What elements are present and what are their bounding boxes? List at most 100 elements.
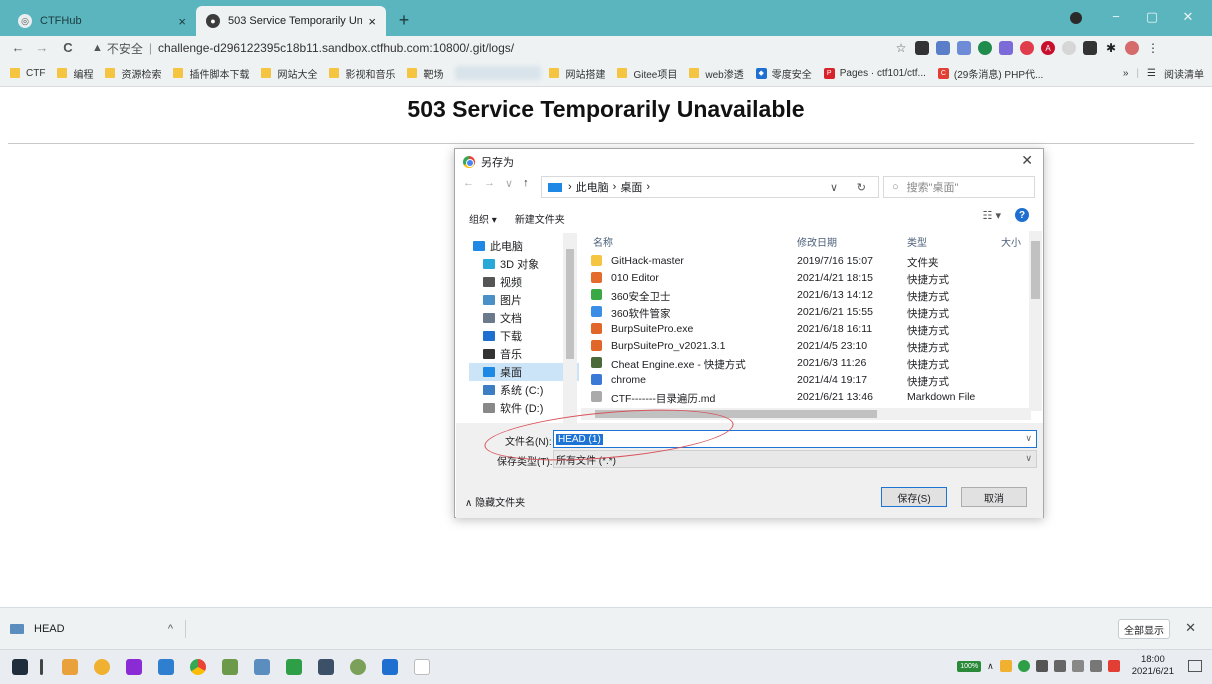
menu-icon[interactable]: ⋮ [1146, 41, 1160, 55]
tree-item[interactable]: 下载 [469, 327, 522, 345]
bookmark-folder[interactable]: 网站搭建 [549, 66, 605, 81]
battery-icon[interactable] [1035, 660, 1048, 672]
tree-item[interactable]: 音乐 [469, 345, 522, 363]
tab-close-icon[interactable]: × [178, 14, 186, 29]
tray-icon[interactable] [1107, 660, 1120, 672]
reload-button[interactable]: C [58, 38, 78, 58]
tray-icon[interactable] [999, 660, 1012, 672]
chrome-icon[interactable] [190, 659, 206, 675]
file-row[interactable]: Cheat Engine.exe - 快捷方式 2021/6/3 11:26 快捷方… [581, 355, 1021, 372]
file-list-scroll-thumb[interactable] [1031, 241, 1040, 299]
extension-icon[interactable] [936, 41, 950, 55]
app-icon[interactable] [318, 659, 334, 675]
bookmark-folder[interactable]: 网站大全 [261, 66, 317, 81]
tree-item[interactable]: 软件 (D:) [469, 399, 543, 417]
refresh-icon[interactable]: ↻ [857, 181, 866, 194]
adblock-icon[interactable]: A [1041, 41, 1055, 55]
path-segment[interactable]: 此电脑 [576, 179, 609, 195]
app-icon[interactable] [94, 659, 110, 675]
file-icon[interactable] [414, 659, 430, 675]
bookmark-folder[interactable]: 资源检索 [105, 66, 161, 81]
app-icon[interactable] [158, 659, 174, 675]
new-tab-button[interactable]: + [392, 8, 416, 32]
extension-icon[interactable] [957, 41, 971, 55]
search-input[interactable]: ○ 搜索"桌面" [883, 176, 1035, 198]
extension-icon[interactable] [1062, 41, 1076, 55]
file-row[interactable]: 010 Editor 2021/4/21 18:15 快捷方式 [581, 270, 1021, 287]
tree-scroll-thumb[interactable] [566, 249, 574, 359]
file-row[interactable]: CTF-------目录遍历.md 2021/6/21 13:46 Markdown… [581, 389, 1021, 406]
file-row[interactable]: BurpSuitePro.exe 2021/6/18 16:11 快捷方式 [581, 321, 1021, 338]
tab-ctfhub[interactable]: ◎ CTFHub × [8, 6, 196, 36]
hide-folders-toggle[interactable]: ∧ 隐藏文件夹 [465, 494, 525, 509]
back-button[interactable]: ← [8, 38, 28, 58]
reading-list-button[interactable]: 阅读清单 [1164, 66, 1204, 81]
file-row[interactable]: 360安全卫士 2021/6/13 14:12 快捷方式 [581, 287, 1021, 304]
download-bar-close-button[interactable]: ✕ [1185, 620, 1196, 636]
bookmark-link[interactable]: C (29条消息) PHP代... [937, 66, 1043, 81]
column-type[interactable]: 类型 [907, 231, 927, 251]
app-icon[interactable] [126, 659, 142, 675]
extension-icon[interactable] [1083, 41, 1097, 55]
app-icon[interactable] [254, 659, 270, 675]
bookmark-folder[interactable]: 编程 [57, 66, 93, 81]
up-icon[interactable]: ↑ [523, 177, 529, 190]
file-row[interactable]: BurpSuitePro_v2021.3.1 2021/4/5 23:10 快捷方式 [581, 338, 1021, 355]
ime-icon[interactable] [1089, 660, 1102, 672]
column-modified[interactable]: 修改日期 [797, 231, 837, 251]
path-bar[interactable]: › 此电脑 › 桌面 › ∨ ↻ [541, 176, 879, 198]
minimize-button[interactable]: − [1098, 6, 1134, 28]
column-size[interactable]: 大小 [1001, 231, 1021, 251]
show-all-button[interactable]: 全部显示 [1118, 619, 1170, 639]
maximize-button[interactable]: ▢ [1134, 6, 1170, 28]
extension-icon[interactable] [1020, 41, 1034, 55]
puzzle-icon[interactable]: ✱ [1104, 41, 1118, 55]
app-icon[interactable] [382, 659, 398, 675]
bookmark-folder[interactable]: 影视和音乐 [329, 66, 395, 81]
view-options-button[interactable]: ☷ ▾ [983, 209, 1001, 222]
tab-close-icon[interactable]: × [368, 14, 376, 29]
tree-item[interactable]: 图片 [469, 291, 522, 309]
file-explorer-icon[interactable] [62, 659, 78, 675]
save-button[interactable]: 保存(S) [881, 487, 947, 507]
app-icon[interactable] [350, 659, 366, 675]
bookmark-link[interactable]: P Pages · ctf101/ctf... [823, 67, 926, 79]
notification-icon[interactable] [1188, 660, 1202, 672]
battery-indicator[interactable]: 100% [957, 660, 982, 672]
clock[interactable]: 18:00 2021/6/21 [1132, 654, 1174, 678]
tree-item[interactable]: 3D 对象 [469, 255, 539, 273]
new-folder-button[interactable]: 新建文件夹 [515, 211, 565, 226]
file-row[interactable]: 360软件管家 2021/6/21 15:55 快捷方式 [581, 304, 1021, 321]
bookmark-link[interactable]: ◆ 零度安全 [755, 66, 812, 81]
tree-item[interactable]: 视频 [469, 273, 522, 291]
app-icon[interactable] [286, 659, 302, 675]
bookmark-folder[interactable]: 靶场 [407, 66, 443, 81]
bookmark-folder[interactable]: web渗透 [689, 66, 744, 81]
tab-503[interactable]: ● 503 Service Temporarily Unava × [196, 6, 386, 36]
avatar[interactable] [1125, 41, 1139, 55]
organize-button[interactable]: 组织 ▾ [469, 211, 497, 226]
extension-icon[interactable] [915, 41, 929, 55]
chevron-up-icon[interactable]: ^ [168, 623, 173, 635]
help-icon[interactable]: ? [1015, 208, 1029, 222]
extension-icon[interactable] [999, 41, 1013, 55]
volume-icon[interactable] [1071, 660, 1084, 672]
tree-item[interactable]: 系统 (C:) [469, 381, 543, 399]
extension-icon[interactable] [978, 41, 992, 55]
tree-item[interactable]: 文档 [469, 309, 522, 327]
path-segment[interactable]: 桌面 [620, 179, 642, 195]
back-icon[interactable]: ← [463, 177, 474, 190]
bookmark-folder[interactable]: Gitee项目 [617, 66, 677, 81]
chevron-up-icon[interactable]: ∧ [987, 661, 994, 672]
address-bar[interactable]: ▲ 不安全 | challenge-d296122395c18b11.sandb… [92, 37, 912, 59]
tray-icon[interactable] [1017, 660, 1030, 672]
file-row[interactable]: chrome 2021/4/4 19:17 快捷方式 [581, 372, 1021, 389]
forward-button[interactable]: → [32, 38, 52, 58]
chevron-down-icon[interactable]: ∨ [1025, 433, 1032, 444]
tree-item[interactable]: 此电脑 [469, 237, 523, 255]
star-icon[interactable]: ☆ [894, 41, 908, 55]
bookmark-folder[interactable]: CTF [10, 68, 45, 79]
bookmark-folder[interactable]: 插件脚本下载 [173, 66, 249, 81]
file-row[interactable]: GitHack-master 2019/7/16 15:07 文件夹 [581, 253, 1021, 270]
profile-dot-icon[interactable] [1070, 12, 1082, 24]
